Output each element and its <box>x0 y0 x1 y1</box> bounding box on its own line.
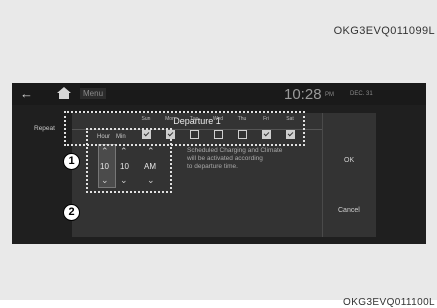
dialog-divider <box>322 113 323 237</box>
day-label-mon: Mon <box>165 116 175 122</box>
cancel-button[interactable]: Cancel <box>338 207 360 214</box>
callout-2: 2 <box>63 204 80 221</box>
clock-time: 10:28 <box>284 86 322 103</box>
day-checkbox-sat[interactable] <box>286 130 295 139</box>
ampm-down-icon[interactable]: ⌄ <box>147 176 155 185</box>
hour-up-icon[interactable]: ⌃ <box>101 147 109 156</box>
day-label-tue: Tue <box>189 116 199 122</box>
back-arrow-icon[interactable]: ← <box>20 86 40 102</box>
callout-1: 1 <box>63 153 80 170</box>
day-label-wed: Wed <box>212 116 224 122</box>
clock-ampm: PM <box>325 92 334 98</box>
day-label-sun: Sun <box>141 116 151 122</box>
hour-value[interactable]: 10 <box>100 162 109 171</box>
day-label-sat: Sat <box>286 116 294 122</box>
day-label-thu: Thu <box>237 116 247 122</box>
image-code-bottom: OKG3EVQ011100L <box>343 297 435 308</box>
hour-down-icon[interactable]: ⌄ <box>101 176 109 185</box>
min-up-icon[interactable]: ⌃ <box>120 147 128 156</box>
home-icon[interactable] <box>57 86 77 102</box>
day-checkbox-sun[interactable] <box>142 130 151 139</box>
ampm-up-icon[interactable]: ⌃ <box>147 147 155 156</box>
image-code-top: OKG3EVQ011099L <box>333 25 435 37</box>
min-down-icon[interactable]: ⌄ <box>120 176 128 185</box>
day-label-fri: Fri <box>263 116 269 122</box>
day-checkbox-wed[interactable] <box>214 130 223 139</box>
day-checkbox-mon[interactable] <box>166 130 175 139</box>
day-checkbox-fri[interactable] <box>262 130 271 139</box>
description-line: Scheduled Charging and Climate <box>187 147 283 154</box>
ampm-value[interactable]: AM <box>144 162 156 171</box>
top-strip: OKG3EVQ011099L <box>0 0 437 43</box>
description-line: will be activated according <box>187 155 263 162</box>
menu-button[interactable]: Menu <box>80 88 107 99</box>
minute-value[interactable]: 10 <box>120 162 129 171</box>
description-text: Scheduled Charging and Climate will be a… <box>187 147 312 171</box>
ok-button[interactable]: OK <box>344 157 354 164</box>
top-bar: ← Menu 10:28 PM DEC. 31 <box>12 83 426 105</box>
clock-date: DEC. 31 <box>350 91 373 97</box>
day-checkbox-tue[interactable] <box>190 130 199 139</box>
day-checkbox-thu[interactable] <box>238 130 247 139</box>
description-line: to departure time. <box>187 163 238 170</box>
repeat-label: Repeat <box>34 125 55 132</box>
